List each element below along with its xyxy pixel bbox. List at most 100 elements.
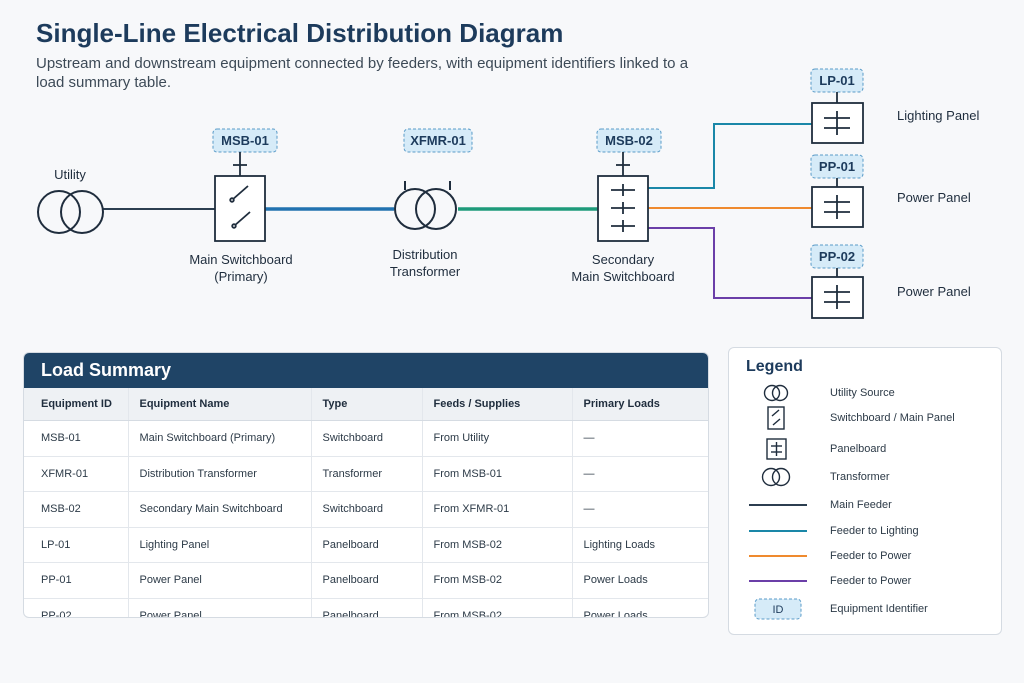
- table-cell: From MSB-02: [421, 598, 572, 617]
- svg-text:XFMR-01: XFMR-01: [410, 133, 466, 148]
- column-header: Equipment ID: [24, 388, 128, 421]
- utility-source-icon: [37, 190, 104, 234]
- identifier-tag-icon: ID: [754, 598, 802, 620]
- table-cell: From MSB-02: [421, 527, 572, 563]
- column-header: Primary Loads: [571, 388, 708, 421]
- table-cell: Power Loads: [571, 598, 708, 617]
- msb-01-label-line1: Main Switchboard: [189, 252, 292, 267]
- xfmr-01-label-line2: Transformer: [390, 264, 461, 279]
- table-cell: —: [571, 491, 708, 528]
- msb-01-label-line2: (Primary): [214, 269, 267, 284]
- table-cell: Panelboard: [310, 562, 422, 599]
- table-cell: Switchboard: [310, 491, 422, 528]
- table-cell: Main Switchboard (Primary): [127, 420, 311, 457]
- legend-label: Panelboard: [830, 443, 887, 455]
- switchboard-icon: [767, 406, 785, 430]
- table-cell: Panelboard: [310, 598, 422, 617]
- pp-01-panelboard-icon[interactable]: [811, 178, 864, 228]
- table-cell: Secondary Main Switchboard: [127, 491, 311, 528]
- table-cell: XFMR-01: [24, 456, 128, 492]
- table-cell: From XFMR-01: [421, 491, 572, 528]
- table-cell: Power Panel: [127, 562, 311, 599]
- msb-01-tag[interactable]: MSB-01: [212, 128, 278, 153]
- legend-label: Feeder to Power: [830, 550, 912, 562]
- lighting-feeder-line: [648, 123, 812, 189]
- table-cell: —: [571, 456, 708, 492]
- transformer-icon: [761, 467, 791, 487]
- table-cell: MSB-02: [24, 491, 128, 528]
- single-line-diagram: Utility MSB-01 Main Switchboard (Primary…: [37, 68, 980, 319]
- xfmr-01-tag[interactable]: XFMR-01: [403, 128, 473, 153]
- pp-02-label: Power Panel: [897, 284, 971, 299]
- legend-label: Feeder to Lighting: [830, 525, 919, 537]
- table-cell: From MSB-02: [421, 562, 572, 599]
- legend-label: Feeder to Power: [830, 575, 912, 587]
- pp-02-tag[interactable]: PP-02: [810, 244, 864, 269]
- table-cell: Lighting Panel: [127, 527, 311, 563]
- pp-01-tag[interactable]: PP-01: [810, 154, 864, 179]
- table-cell: From MSB-01: [421, 456, 572, 492]
- svg-text:MSB-01: MSB-01: [221, 133, 269, 148]
- table-cell: PP-02: [41, 609, 72, 618]
- utility-source-icon: [763, 384, 789, 402]
- utility-label: Utility: [54, 167, 86, 182]
- table-row: LP-01 Lighting Panel Panelboard From MSB…: [24, 527, 708, 563]
- table-cell: LP-01: [24, 527, 128, 563]
- table-cell: MSB-01: [24, 420, 128, 457]
- table-cell: Distribution Transformer: [127, 456, 311, 492]
- legend-item: Feeder to Power: [729, 546, 1001, 566]
- legend-item: Feeder to Power: [729, 571, 1001, 591]
- table-row: MSB-01 Main Switchboard (Primary) Switch…: [24, 420, 708, 457]
- table-cell: Transformer: [310, 456, 422, 492]
- load-summary-panel: Load Summary Equipment ID Equipment Name…: [23, 352, 709, 618]
- transformer-icon[interactable]: [394, 181, 457, 230]
- legend-item: Transformer: [729, 467, 1001, 487]
- column-header: Type: [310, 388, 422, 421]
- legend-item: Feeder to Lighting: [729, 521, 1001, 541]
- legend-title: Legend: [746, 358, 803, 375]
- table-cell: Power Panel: [127, 598, 311, 617]
- msb-01-switchboard-icon[interactable]: [214, 152, 266, 242]
- table-cell: PP-01: [24, 562, 128, 599]
- legend-label: Switchboard / Main Panel: [830, 412, 955, 424]
- svg-text:PP-02: PP-02: [819, 249, 855, 264]
- legend-item: Utility Source: [729, 383, 1001, 403]
- svg-text:PP-01: PP-01: [819, 159, 855, 174]
- table-cell: —: [571, 420, 708, 457]
- table-cell: Lighting Loads: [571, 527, 708, 563]
- legend-label: Equipment Identifier: [830, 603, 928, 615]
- msb-02-label-line1: Secondary: [592, 252, 655, 267]
- table-cell: Panelboard: [310, 527, 422, 563]
- legend-label: Utility Source: [830, 387, 895, 399]
- table-row: MSB-02 Secondary Main Switchboard Switch…: [24, 491, 708, 528]
- legend-label: Transformer: [830, 471, 890, 483]
- lp-01-tag[interactable]: LP-01: [810, 68, 864, 93]
- legend-label: Main Feeder: [830, 499, 892, 511]
- lp-01-panelboard-icon[interactable]: [811, 92, 864, 144]
- power-feeder-line: [749, 555, 807, 557]
- legend-panel: Legend Utility Source Switchboard / Main…: [728, 347, 1002, 635]
- table-header-row: Equipment ID Equipment Name Type Feeds /…: [24, 388, 708, 421]
- lighting-feeder-line: [749, 530, 807, 532]
- load-summary-table: Equipment ID Equipment Name Type Feeds /…: [24, 388, 708, 618]
- legend-item: Main Feeder: [729, 495, 1001, 515]
- table-cell: Switchboard: [310, 420, 422, 457]
- column-header: Equipment Name: [127, 388, 311, 421]
- table-cell: Power Loads: [571, 562, 708, 599]
- panelboard-icon: [766, 438, 787, 460]
- table-row: XFMR-01 Distribution Transformer Transfo…: [24, 456, 708, 492]
- msb-02-switchboard-icon[interactable]: [597, 152, 649, 242]
- msb-02-tag[interactable]: MSB-02: [596, 128, 662, 153]
- xfmr-01-label-line1: Distribution: [392, 247, 457, 262]
- identifier-tag-text: ID: [773, 604, 784, 616]
- power-feeder-line-pp02: [648, 227, 812, 299]
- svg-text:MSB-02: MSB-02: [605, 133, 653, 148]
- legend-item: Switchboard / Main Panel: [729, 406, 1001, 430]
- lp-01-label: Lighting Panel: [897, 108, 980, 123]
- table-cell: From Utility: [421, 420, 572, 457]
- power-feeder-line-2: [749, 580, 807, 582]
- load-summary-title: Load Summary: [24, 353, 708, 388]
- column-header: Feeds / Supplies: [421, 388, 572, 421]
- pp-01-label: Power Panel: [897, 190, 971, 205]
- pp-02-panelboard-icon[interactable]: [811, 268, 864, 319]
